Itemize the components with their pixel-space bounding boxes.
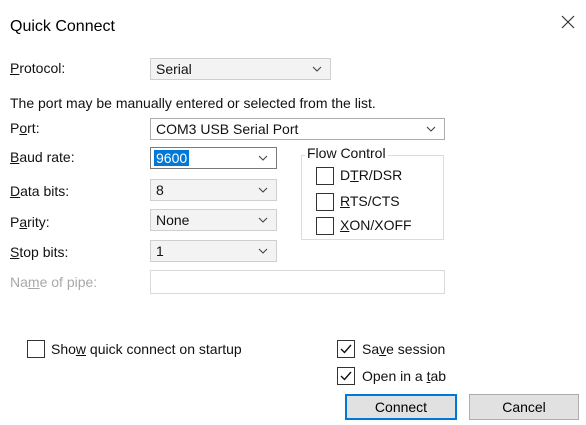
pipe-name-input[interactable] [150, 270, 445, 294]
stop-bits-label: Stop bits: [10, 244, 69, 260]
dialog-title: Quick Connect [10, 18, 115, 35]
cancel-button[interactable]: Cancel [469, 394, 579, 420]
baud-rate-value: 9600 [154, 150, 190, 166]
pipe-name-label: Name of pipe: [10, 274, 98, 290]
title-bar: Quick Connect [0, 0, 586, 36]
parity-label: Parity: [10, 214, 50, 230]
baud-rate-select[interactable]: 9600 [150, 147, 277, 169]
port-value: COM3 USB Serial Port [156, 121, 299, 137]
connect-button[interactable]: Connect [345, 394, 457, 420]
open-in-tab-label: Open in a tab [362, 368, 447, 384]
port-instruction-text: The port may be manually entered or sele… [10, 95, 376, 111]
checkmark-icon [340, 344, 352, 354]
xon-xoff-label: XON/XOFF [340, 217, 412, 233]
data-bits-select[interactable]: 8 [150, 179, 277, 201]
rts-cts-checkbox[interactable] [316, 193, 334, 211]
quick-connect-dialog: Quick Connect Protocol: Serial The port … [0, 0, 586, 425]
parity-value: None [156, 212, 190, 228]
xon-xoff-checkbox[interactable] [316, 217, 334, 235]
protocol-label: Protocol: [10, 60, 66, 76]
data-bits-label: Data bits: [10, 183, 70, 199]
show-quick-connect-label: Show quick connect on startup [51, 341, 242, 357]
open-in-tab-checkbox[interactable] [337, 367, 355, 385]
show-quick-connect-checkbox[interactable] [27, 340, 45, 358]
stop-bits-select[interactable]: 1 [150, 240, 277, 262]
save-session-label: Save session [362, 341, 446, 357]
chevron-down-icon [258, 217, 268, 223]
parity-select[interactable]: None [150, 209, 277, 231]
chevron-down-icon [426, 126, 436, 132]
protocol-select[interactable]: Serial [150, 58, 331, 80]
checkmark-icon [340, 371, 352, 381]
data-bits-value: 8 [156, 182, 164, 198]
chevron-down-icon [258, 248, 268, 254]
baud-rate-label: Baud rate: [10, 149, 75, 165]
save-session-checkbox[interactable] [337, 340, 355, 358]
rts-cts-label: RTS/CTS [340, 193, 400, 209]
chevron-down-icon [258, 187, 268, 193]
chevron-down-icon [258, 155, 268, 161]
chevron-down-icon [312, 66, 322, 72]
flow-control-title: Flow Control [305, 145, 388, 161]
close-icon[interactable] [560, 14, 580, 34]
port-select[interactable]: COM3 USB Serial Port [150, 118, 445, 140]
port-label: Port: [10, 120, 40, 136]
dtr-dsr-label: DTR/DSR [340, 167, 403, 183]
stop-bits-value: 1 [156, 243, 164, 259]
protocol-value: Serial [156, 61, 192, 77]
dtr-dsr-checkbox[interactable] [316, 167, 334, 185]
